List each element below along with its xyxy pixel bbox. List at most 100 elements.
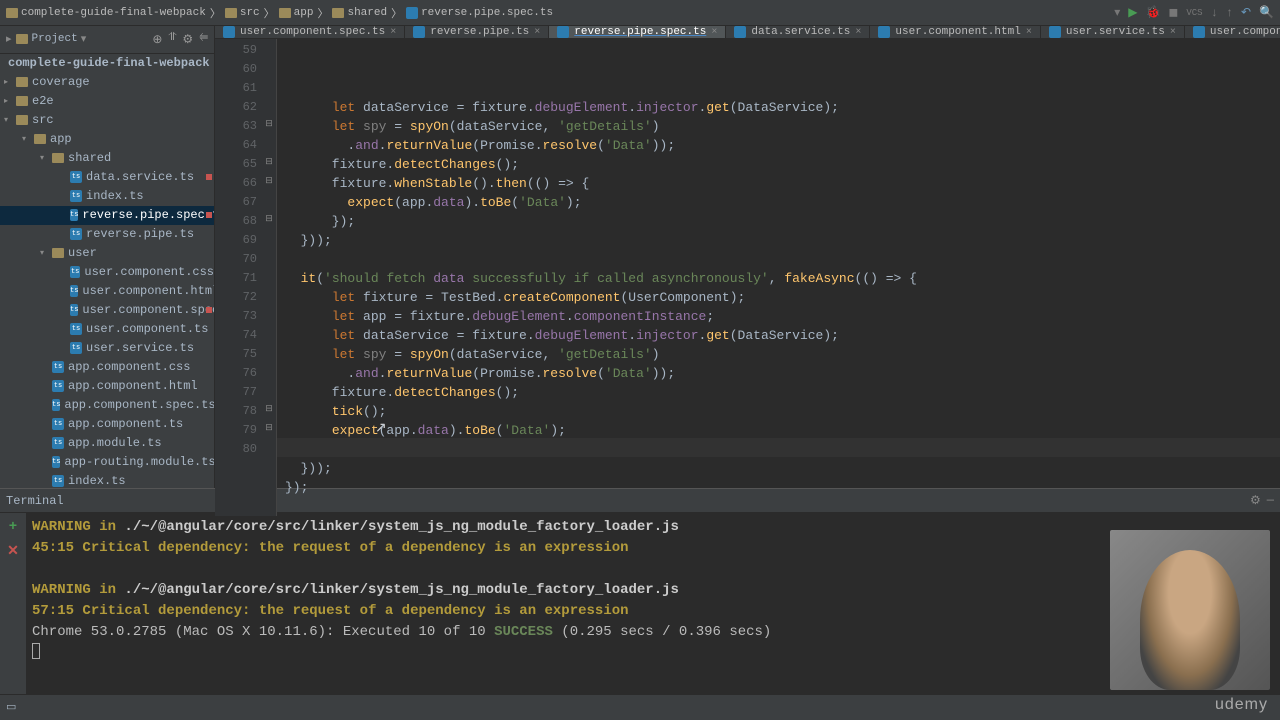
debug-icon[interactable]: 🐞 [1145, 5, 1160, 20]
stop-icon[interactable]: ◼ [1168, 5, 1178, 20]
close-session-icon[interactable]: ✕ [7, 543, 19, 560]
chevron-icon[interactable] [4, 115, 12, 125]
code-line[interactable]: let dataService = fixture.debugElement.i… [285, 326, 1280, 345]
tree-folder[interactable]: coverage [0, 73, 214, 92]
fold-marker-icon[interactable]: ⊟ [264, 157, 274, 167]
tree-folder[interactable]: src [0, 111, 214, 130]
tree-file[interactable]: tsapp.module.ts [0, 434, 214, 453]
run-icon[interactable]: ▶ [1128, 5, 1137, 20]
code-line[interactable]: let app = fixture.debugElement.component… [285, 307, 1280, 326]
status-bar: ▭ [0, 694, 1280, 718]
code-line[interactable]: tick(); [285, 402, 1280, 421]
tree-file[interactable]: tsindex.ts [0, 187, 214, 206]
folder-icon [6, 8, 18, 18]
gear-icon[interactable] [182, 32, 193, 47]
close-icon[interactable]: × [1170, 27, 1176, 38]
revert-icon[interactable]: ↶ [1241, 5, 1251, 20]
chevron-icon[interactable] [22, 134, 30, 144]
code-line[interactable] [285, 250, 1280, 269]
tree-file[interactable]: tsapp-routing.module.ts [0, 453, 214, 472]
tree-folder[interactable]: app [0, 130, 214, 149]
breadcrumb-folder[interactable]: shared [332, 7, 387, 19]
code-content[interactable]: let dataService = fixture.debugElement.i… [277, 39, 1280, 516]
tree-file[interactable]: tsindex.ts [0, 472, 214, 488]
fold-gutter[interactable]: ⊟ ⊟ ⊟ ⊟ ⊟ ⊟ [263, 39, 277, 516]
update-icon[interactable]: ↓ [1211, 6, 1218, 20]
new-session-icon[interactable]: + [9, 519, 17, 535]
code-line[interactable]: fixture.whenStable().then(() => { [285, 174, 1280, 193]
tree-file[interactable]: tsapp.component.html [0, 377, 214, 396]
project-panel-arrow-icon[interactable]: ▸ [6, 32, 12, 46]
tree-file[interactable]: tsuser.component.spec.ts [0, 301, 214, 320]
tree-folder[interactable]: user [0, 244, 214, 263]
tree-file[interactable]: tsreverse.pipe.spec.ts [0, 206, 214, 225]
project-tree[interactable]: complete-guide-final-webpack ~/ coverage… [0, 54, 214, 488]
code-line[interactable]: })); [285, 231, 1280, 250]
breadcrumb-project[interactable]: complete-guide-final-webpack [6, 7, 206, 19]
editor-tab[interactable]: reverse.pipe.spec.ts× [549, 26, 726, 38]
close-icon[interactable]: × [390, 27, 396, 38]
code-line[interactable]: }); [285, 212, 1280, 231]
editor-tab[interactable]: data.service.ts× [726, 26, 870, 38]
code-line[interactable]: expect(app.data).toBe('Data'); [285, 193, 1280, 212]
event-log-icon[interactable]: ▭ [6, 700, 16, 714]
hide-panel-icon[interactable]: ⥢ [199, 32, 208, 47]
breadcrumb-folder[interactable]: src [225, 7, 260, 19]
code-line[interactable]: }); [285, 478, 1280, 497]
tree-root[interactable]: complete-guide-final-webpack ~/ [0, 54, 214, 73]
tree-folder[interactable]: e2e [0, 92, 214, 111]
code-line[interactable]: fixture.detectChanges(); [285, 155, 1280, 174]
chevron-icon[interactable] [4, 77, 12, 87]
code-line[interactable]: fixture.detectChanges(); [285, 383, 1280, 402]
tree-file[interactable]: tsapp.component.ts [0, 415, 214, 434]
code-line[interactable]: let spy = spyOn(dataService, 'getDetails… [285, 117, 1280, 136]
search-icon[interactable]: 🔍 [1259, 5, 1274, 20]
collapse-all-icon[interactable]: ⥣ [168, 32, 176, 47]
fold-marker-icon[interactable]: ⊟ [264, 214, 274, 224]
tree-file[interactable]: tsuser.component.ts [0, 320, 214, 339]
code-line[interactable]: .and.returnValue(Promise.resolve('Data')… [285, 364, 1280, 383]
editor-tab[interactable]: user.component.html× [870, 26, 1040, 38]
code-line[interactable]: })); [285, 459, 1280, 478]
fold-marker-icon[interactable]: ⊟ [264, 119, 274, 129]
terminal-output[interactable]: WARNING in ./~/@angular/core/src/linker/… [26, 513, 1280, 694]
commit-icon[interactable]: ↑ [1226, 6, 1233, 20]
code-line[interactable]: .and.returnValue(Promise.resolve('Data')… [285, 136, 1280, 155]
vcs-icon[interactable]: VCS [1186, 8, 1202, 18]
code-line[interactable] [285, 497, 1280, 516]
fold-marker-icon[interactable]: ⊟ [264, 176, 274, 186]
editor-tab[interactable]: user.component.ts× [1185, 26, 1280, 38]
close-icon[interactable]: × [855, 27, 861, 38]
tree-folder[interactable]: shared [0, 149, 214, 168]
autoscroll-icon[interactable] [152, 32, 162, 47]
code-line[interactable]: it('should fetch data successfully if ca… [285, 269, 1280, 288]
tree-file[interactable]: tsapp.component.spec.ts [0, 396, 214, 415]
code-line[interactable]: let spy = spyOn(dataService, 'getDetails… [285, 345, 1280, 364]
fold-marker-icon[interactable]: ⊟ [264, 423, 274, 433]
code-line[interactable]: expect(app.data).toBe('Data'); [285, 421, 1280, 440]
chevron-icon[interactable] [40, 248, 48, 258]
breadcrumb-file[interactable]: reverse.pipe.spec.ts [406, 7, 553, 19]
chevron-icon[interactable] [40, 153, 48, 163]
folder-icon [279, 8, 291, 18]
fold-marker-icon[interactable]: ⊟ [264, 404, 274, 414]
close-icon[interactable]: × [1026, 27, 1032, 38]
editor-tab[interactable]: user.service.ts× [1041, 26, 1185, 38]
tree-file[interactable]: tsreverse.pipe.ts [0, 225, 214, 244]
editor-tab[interactable]: reverse.pipe.ts× [405, 26, 549, 38]
editor-tab[interactable]: user.component.spec.ts× [215, 26, 405, 38]
tree-file[interactable]: tsdata.service.ts [0, 168, 214, 187]
close-icon[interactable]: × [711, 27, 717, 38]
close-icon[interactable]: × [534, 27, 540, 38]
tree-file[interactable]: tsuser.service.ts [0, 339, 214, 358]
code-line[interactable]: let dataService = fixture.debugElement.i… [285, 98, 1280, 117]
breadcrumb-folder[interactable]: app [279, 7, 314, 19]
tree-file[interactable]: tsuser.component.css [0, 263, 214, 282]
run-dropdown-icon[interactable]: ▾ [1114, 5, 1120, 20]
tree-file[interactable]: tsapp.component.css [0, 358, 214, 377]
chevron-icon[interactable] [4, 96, 12, 106]
code-line[interactable] [285, 440, 1280, 459]
code-editor[interactable]: 5960616263646566676869707172737475767778… [215, 39, 1280, 516]
code-line[interactable]: let fixture = TestBed.createComponent(Us… [285, 288, 1280, 307]
tree-file[interactable]: tsuser.component.html [0, 282, 214, 301]
